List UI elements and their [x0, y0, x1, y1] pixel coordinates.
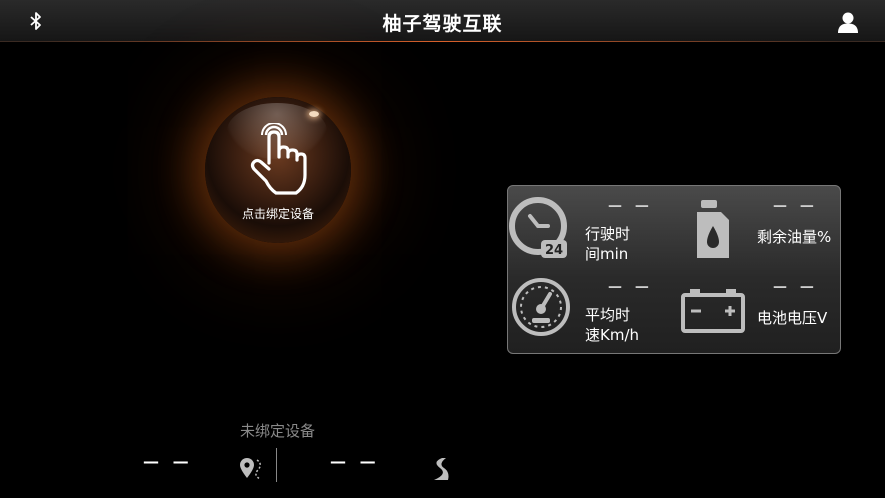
- app-title: 柚子驾驶互联: [382, 13, 503, 35]
- road-icon: [434, 458, 449, 480]
- battery-icon: [681, 289, 745, 333]
- touch-hand-icon: [250, 123, 307, 195]
- drive-time-label-2: 间min: [585, 245, 629, 263]
- trip-right-value: — —: [330, 452, 380, 471]
- user-icon[interactable]: [836, 11, 860, 33]
- avg-speed-label-2: 速Km/h: [585, 326, 640, 344]
- fuel-label: 剩余油量%: [757, 228, 832, 246]
- fuel-can-icon: [697, 200, 729, 258]
- avg-speed-label-1: 平均时: [585, 306, 631, 324]
- location-pin-icon: [240, 458, 261, 480]
- orb-sparkle: [309, 111, 319, 117]
- bind-device-button[interactable]: 点击绑定设备: [205, 97, 351, 243]
- drive-time-label-1: 行驶时: [585, 225, 631, 243]
- fuel-value: — —: [773, 198, 818, 214]
- battery-label: 电池电压V: [757, 309, 828, 327]
- svg-text:24: 24: [545, 243, 563, 258]
- stats-panel: 24 — — 行驶时 间min — — 剩余油量% — — 平均时 速Km/h …: [507, 185, 841, 354]
- drive-time-value: — —: [608, 198, 653, 214]
- clock-24h-icon: 24: [509, 197, 567, 258]
- avg-speed-value: — —: [608, 279, 653, 295]
- top-bar: 柚子驾驶互联: [0, 0, 885, 42]
- trip-left-value: — —: [143, 452, 193, 471]
- speedometer-icon: [512, 278, 570, 336]
- bottom-divider: [276, 448, 277, 482]
- battery-value: — —: [773, 279, 818, 295]
- device-status-text: 未绑定设备: [239, 422, 315, 440]
- bind-device-label: 点击绑定设备: [241, 207, 314, 221]
